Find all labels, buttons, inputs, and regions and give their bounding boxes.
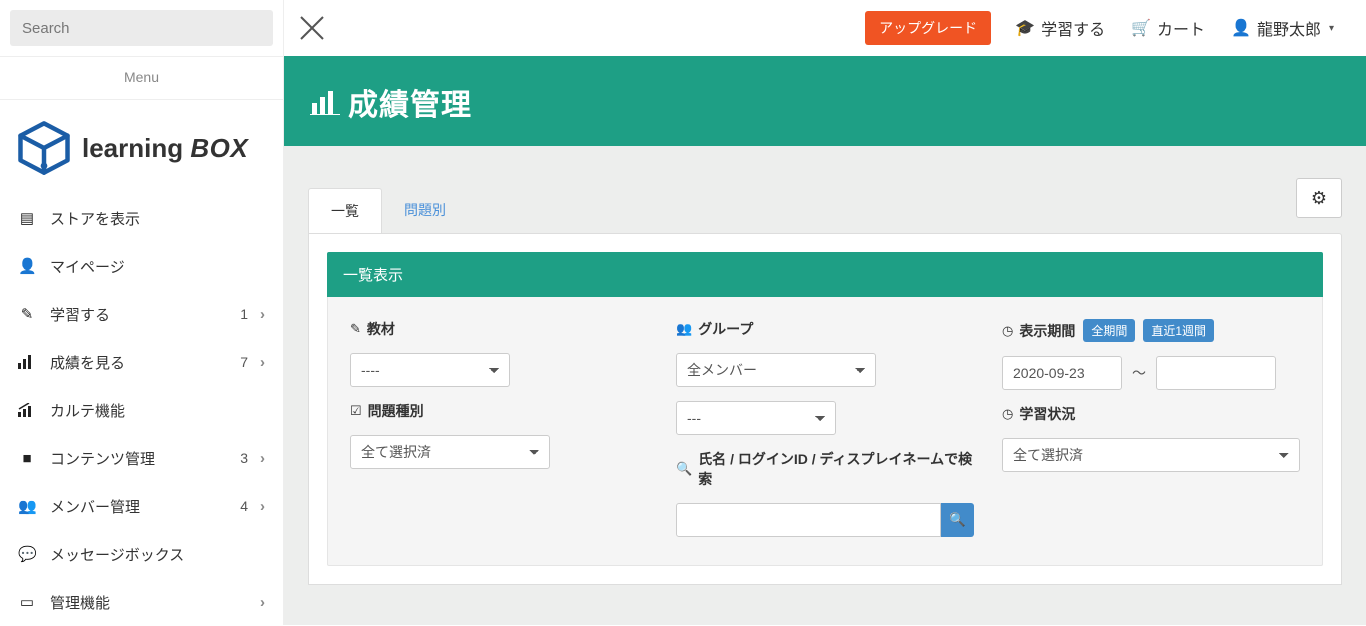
type-select[interactable]: 全て選択済 [350, 435, 550, 469]
status-label: ◷学習状況 [1002, 404, 1300, 424]
stats-icon [18, 403, 36, 417]
chevron-right-icon: › [260, 450, 265, 467]
date-to-input[interactable] [1156, 356, 1276, 390]
chevron-right-icon: › [260, 354, 265, 371]
group-sub-select[interactable]: --- [676, 401, 836, 435]
settings-button[interactable]: ⚙ [1296, 178, 1342, 218]
group-select[interactable]: 全メンバー [676, 353, 876, 387]
date-from-input[interactable] [1002, 356, 1122, 390]
status-select[interactable]: 全て選択済 [1002, 438, 1300, 472]
nav-admin[interactable]: ▭管理機能› [0, 578, 283, 626]
chevron-right-icon: › [260, 306, 265, 323]
content-area: ⚙ 一覧 問題別 一覧表示 ✎教材 ---- ☑問題種別 [284, 146, 1366, 625]
material-select[interactable]: ---- [350, 353, 510, 387]
nav-content[interactable]: ■コンテンツ管理3› [0, 434, 283, 482]
clock-icon: ◷ [1002, 323, 1013, 339]
pencil-icon: ✎ [350, 321, 361, 337]
tab-by-question[interactable]: 問題別 [382, 188, 468, 233]
period-pill-week[interactable]: 直近1週間 [1143, 319, 1214, 342]
logo-text: learning BOX [82, 133, 248, 164]
upgrade-button[interactable]: アップグレード [865, 11, 991, 45]
tab-list[interactable]: 一覧 [308, 188, 382, 233]
close-button[interactable] [292, 8, 332, 48]
tab-panel: 一覧表示 ✎教材 ---- ☑問題種別 全て選択済 [308, 233, 1342, 585]
top-cart[interactable]: 🛒カート [1121, 11, 1215, 45]
sidebar: Menu learning BOX ▤ストアを表示 👤マイページ ✎学習する1›… [0, 0, 284, 625]
page-title-band: 成績管理 [284, 56, 1366, 146]
users-icon: 👥 [18, 497, 36, 515]
period-pill-all[interactable]: 全期間 [1083, 319, 1135, 342]
nav-mypage[interactable]: 👤マイページ [0, 242, 283, 290]
search-icon: 🔍 [949, 512, 966, 528]
laptop-icon: ▭ [18, 593, 36, 611]
chevron-right-icon: › [260, 498, 265, 515]
page-title: 成績管理 [348, 80, 472, 124]
search-input[interactable] [10, 10, 273, 46]
logo-icon [16, 120, 72, 176]
pencil-icon: ✎ [18, 305, 36, 323]
clock-icon: ◷ [1002, 406, 1013, 422]
edit-icon: ☑ [350, 403, 362, 419]
caret-down-icon: ▾ [1329, 23, 1334, 34]
user-icon: 👤 [1231, 18, 1251, 38]
menu-label: Menu [0, 56, 283, 100]
nav-store[interactable]: ▤ストアを表示 [0, 194, 283, 242]
user-icon: 👤 [18, 257, 36, 275]
nav-members[interactable]: 👥メンバー管理4› [0, 482, 283, 530]
material-label: ✎教材 [350, 319, 648, 339]
nav-results[interactable]: 成績を見る7› [0, 338, 283, 386]
folder-icon: ■ [18, 450, 36, 467]
top-user[interactable]: 👤龍野太郎▾ [1221, 11, 1344, 45]
filter-form: ✎教材 ---- ☑問題種別 全て選択済 👥グループ 全メンバー --- 🔍氏名 [327, 297, 1323, 566]
cart-icon: 🛒 [1131, 18, 1151, 38]
tabs: 一覧 問題別 [308, 188, 1342, 233]
section-title: 一覧表示 [327, 252, 1323, 297]
chat-icon: 💬 [18, 545, 36, 563]
topbar: アップグレード 🎓学習する 🛒カート 👤龍野太郎▾ [284, 0, 1366, 56]
type-label: ☑問題種別 [350, 401, 648, 421]
bar-chart-icon [310, 89, 340, 115]
name-search-label: 🔍氏名 / ログインID / ディスプレイネームで検索 [676, 449, 974, 489]
graduation-icon: 🎓 [1015, 18, 1035, 38]
gear-icon: ⚙ [1311, 188, 1327, 209]
top-learn[interactable]: 🎓学習する [1005, 11, 1115, 45]
main: アップグレード 🎓学習する 🛒カート 👤龍野太郎▾ 成績管理 ⚙ 一覧 問題別 … [284, 0, 1366, 625]
users-icon: 👥 [676, 321, 692, 337]
bar-icon [18, 355, 36, 369]
search-icon: 🔍 [676, 461, 692, 477]
period-label: ◷表示期間 [1002, 321, 1075, 341]
date-tilde: 〜 [1132, 363, 1146, 383]
logo[interactable]: learning BOX [0, 100, 283, 194]
nav-karte[interactable]: カルテ機能 [0, 386, 283, 434]
group-label: 👥グループ [676, 319, 974, 339]
nav-messages[interactable]: 💬メッセージボックス [0, 530, 283, 578]
close-icon [299, 15, 325, 41]
name-search-input[interactable] [676, 503, 941, 537]
nav-learn[interactable]: ✎学習する1› [0, 290, 283, 338]
nav-list: ▤ストアを表示 👤マイページ ✎学習する1› 成績を見る7› カルテ機能 ■コン… [0, 194, 283, 626]
book-icon: ▤ [18, 209, 36, 227]
name-search-button[interactable]: 🔍 [941, 503, 974, 537]
chevron-right-icon: › [260, 594, 265, 611]
